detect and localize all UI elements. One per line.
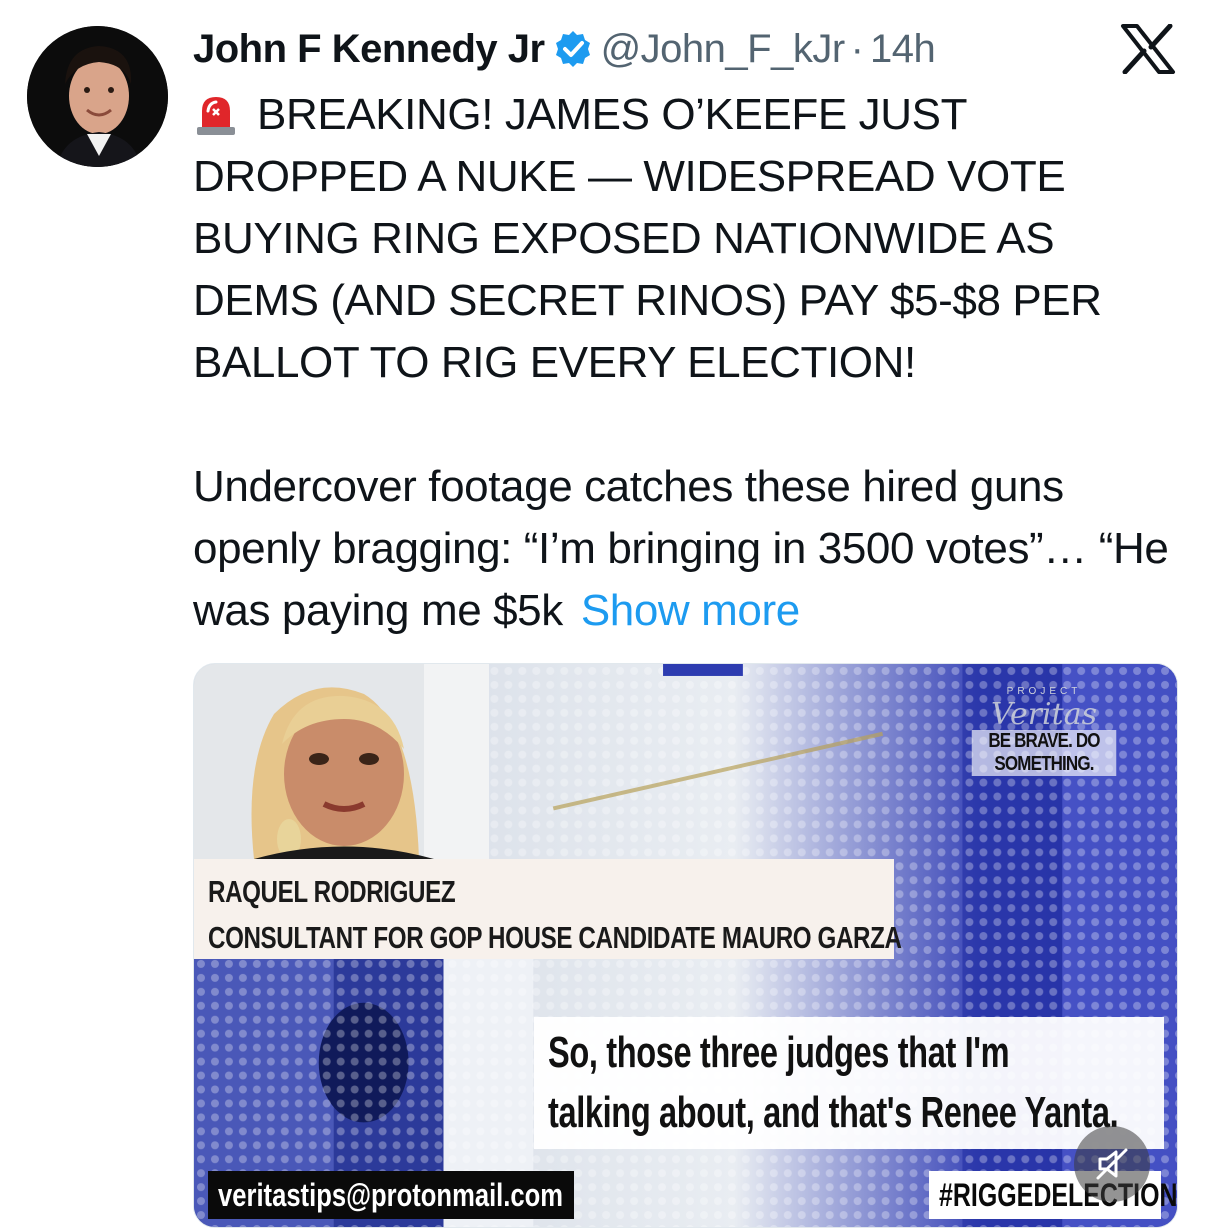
show-more-link[interactable]: Show more bbox=[581, 586, 800, 635]
lower-third: RAQUEL RODRIGUEZ CONSULTANT FOR GOP HOUS… bbox=[194, 859, 902, 959]
speaker-name: RAQUEL RODRIGUEZ bbox=[208, 874, 456, 909]
header-separator: · bbox=[850, 26, 864, 71]
tweet-header: John F Kennedy Jr @John_F_kJr · 14h bbox=[193, 22, 936, 76]
headline-text: BREAKING! JAMES O’KEEFE JUST DROPPED A N… bbox=[193, 90, 1102, 387]
speaker-role: CONSULTANT FOR GOP HOUSE CANDIDATE MAURO… bbox=[208, 920, 902, 955]
tweet-video[interactable]: PROJECT Veritas BE BRAVE. DO SOMETHING. … bbox=[193, 663, 1178, 1228]
muted-speaker-icon bbox=[1096, 1148, 1128, 1180]
mute-button[interactable] bbox=[1074, 1126, 1150, 1202]
tweet-text: BREAKING! JAMES O’KEEFE JUST DROPPED A N… bbox=[193, 84, 1183, 642]
author-handle[interactable]: @John_F_kJr bbox=[601, 27, 846, 72]
caption-line-1: So, those three judges that I'm bbox=[548, 1028, 1010, 1077]
video-caption: So, those three judges that I'm talking … bbox=[534, 1017, 1164, 1149]
logo-super: PROJECT bbox=[1006, 686, 1082, 697]
x-logo-icon[interactable] bbox=[1120, 23, 1176, 75]
tweet-headline: BREAKING! JAMES O’KEEFE JUST DROPPED A N… bbox=[193, 84, 1183, 394]
tip-email-banner: veritastips@protonmail.com bbox=[208, 1171, 574, 1219]
siren-icon bbox=[193, 91, 239, 137]
tweet-timestamp[interactable]: 14h bbox=[870, 27, 936, 72]
tip-email: veritastips@protonmail.com bbox=[218, 1176, 564, 1213]
tweet-body: Undercover footage catches these hired g… bbox=[193, 456, 1183, 642]
avatar-photo bbox=[27, 26, 168, 167]
logo-name: Veritas bbox=[991, 697, 1097, 732]
caption-line-2: talking about, and that's Renee Yanta. bbox=[548, 1088, 1119, 1137]
logo-tagline: BE BRAVE. DO SOMETHING. bbox=[971, 730, 1117, 776]
speaker-portrait bbox=[194, 664, 489, 859]
verified-badge-icon[interactable] bbox=[553, 29, 593, 69]
author-display-name[interactable]: John F Kennedy Jr bbox=[193, 27, 545, 72]
veritas-logo: PROJECT Veritas BE BRAVE. DO SOMETHING. bbox=[959, 686, 1129, 776]
author-avatar[interactable] bbox=[27, 26, 168, 167]
